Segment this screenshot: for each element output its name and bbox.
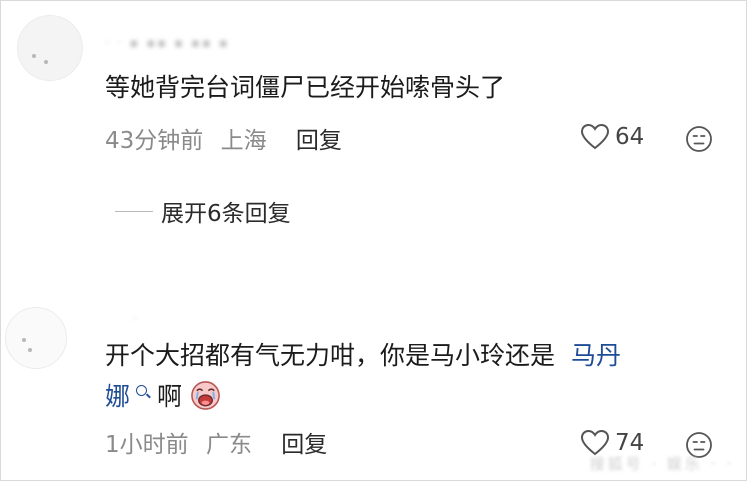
like-button[interactable]: 64: [580, 123, 644, 151]
comment-location: 广东: [205, 432, 252, 458]
comment-text-end: 啊: [157, 382, 183, 411]
comment-time: 43分钟前: [105, 128, 204, 154]
search-icon[interactable]: [136, 385, 148, 396]
like-count: 64: [615, 124, 645, 150]
username[interactable]: · · ▪ ▪▪ ▪ ▪▪ ▪: [105, 37, 230, 51]
reply-button[interactable]: 回复: [281, 432, 327, 458]
sad-face-icon[interactable]: [685, 125, 713, 153]
mention-link[interactable]: 马丹: [571, 341, 621, 370]
comment-meta: 43分钟前 上海 回复: [105, 126, 342, 156]
expand-replies-button[interactable]: 展开6条回复: [115, 194, 291, 228]
avatar[interactable]: [17, 15, 83, 81]
crying-face-emoji: [191, 380, 220, 410]
comment-text: 等她背完台词僵尸已经开始嗦骨头了: [105, 73, 506, 102]
comment-text: 开个大招都有气无力咁，你是马小玲还是 马丹: [105, 337, 621, 375]
comment-screenshot: · · ▪ ▪▪ ▪ ▪▪ ▪ 等她背完台词僵尸已经开始嗦骨头了 43分钟前 上…: [0, 0, 747, 481]
heart-outline-icon: [580, 123, 610, 150]
watermark: 搜狐号 · 娱乐 · ·: [589, 455, 734, 473]
comment-time: 1小时前: [105, 432, 189, 458]
comment-location: 上海: [220, 128, 267, 154]
avatar[interactable]: [5, 307, 67, 369]
expand-divider: [115, 210, 153, 212]
comment-text-line2: 娜啊: [105, 378, 221, 416]
comment-text-line1: 开个大招都有气无力咁，你是马小玲还是: [105, 341, 556, 370]
expand-replies-label: 展开6条回复: [161, 201, 291, 227]
reply-button[interactable]: 回复: [296, 128, 342, 154]
comment-meta: 1小时前 广东 回复: [105, 430, 327, 460]
mention-link-continued[interactable]: 娜: [105, 382, 130, 411]
username[interactable]: ·: [133, 313, 139, 327]
